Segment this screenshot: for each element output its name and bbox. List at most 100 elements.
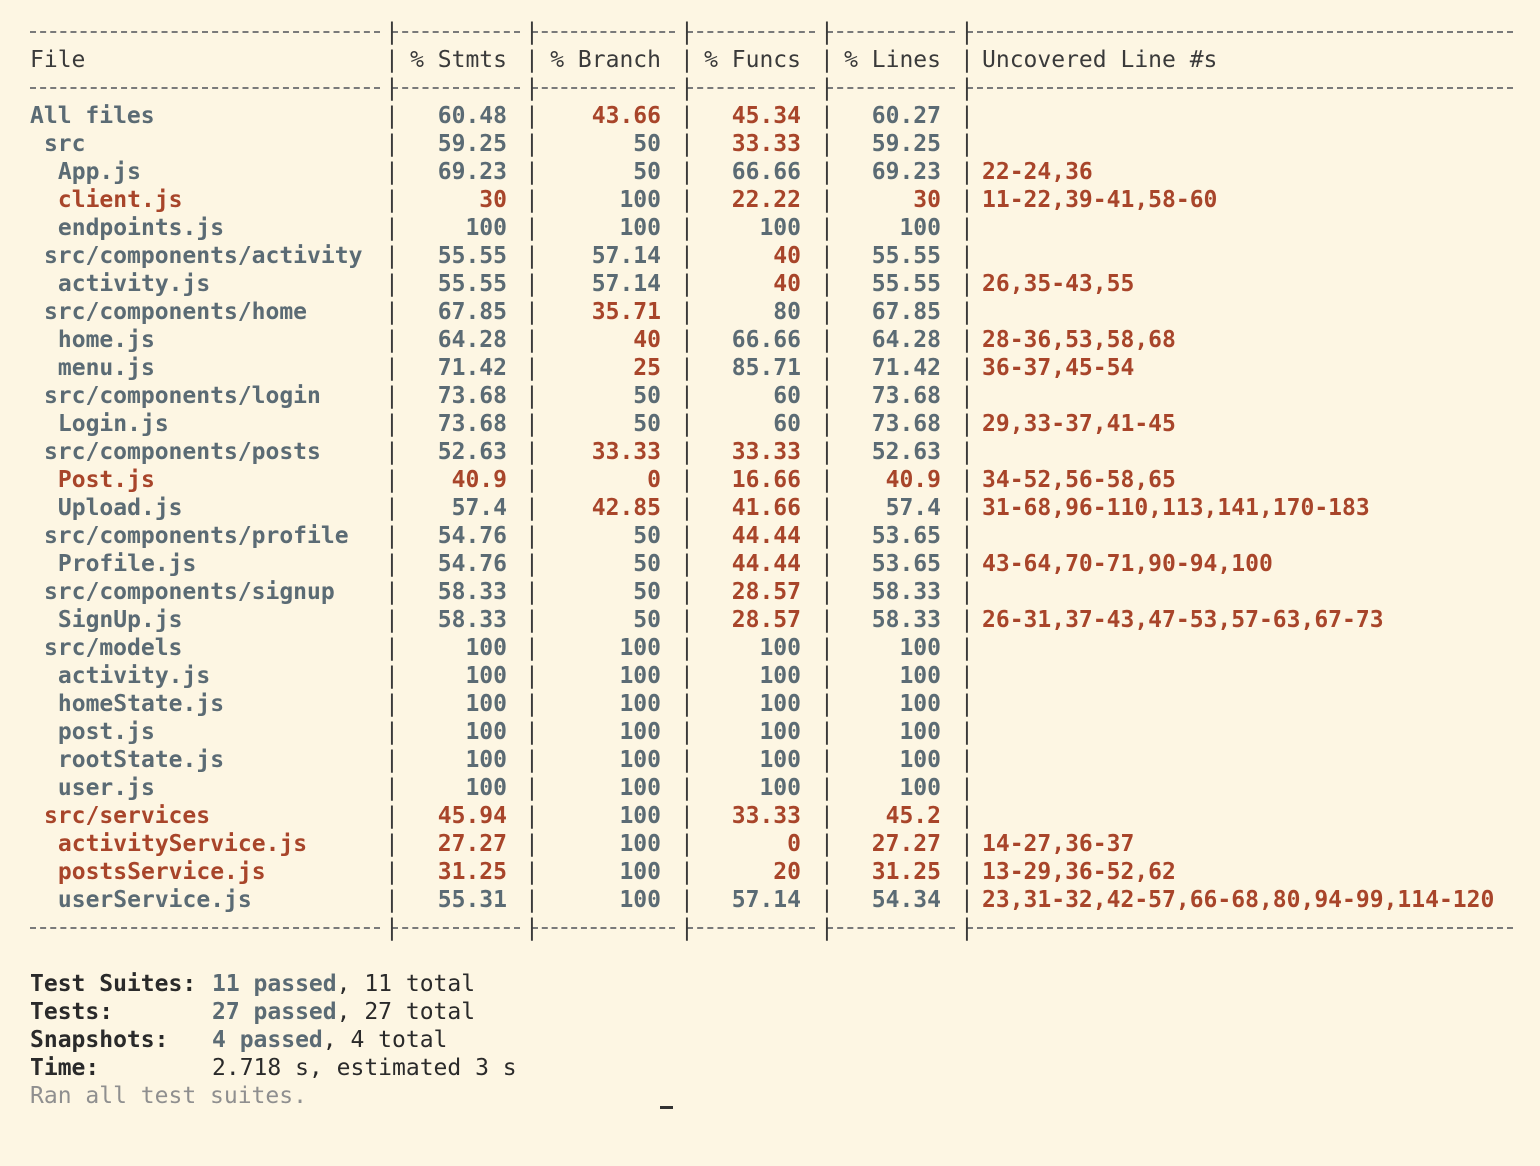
- separator-dash: [967, 31, 1513, 33]
- column-divider: |: [680, 439, 694, 465]
- cell-funcs: 45.34: [731, 103, 801, 129]
- column-divider: |: [385, 663, 399, 689]
- column-divider: |: [385, 383, 399, 409]
- column-divider: |: [820, 887, 834, 913]
- cell-funcs: 44.44: [731, 551, 801, 577]
- column-divider: |: [820, 411, 834, 437]
- separator-dash: [30, 31, 380, 33]
- cell-branch: 0: [647, 467, 661, 493]
- separator-dash: [827, 31, 955, 33]
- column-divider: |: [680, 103, 694, 129]
- cell-branch: 50: [633, 383, 661, 409]
- cell-funcs: 60: [773, 383, 801, 409]
- summary-label: Test Suites:: [30, 971, 197, 997]
- column-divider: |: [680, 411, 694, 437]
- cell-lines: 100: [899, 635, 941, 661]
- column-divider: |: [385, 215, 399, 241]
- column-divider: |: [525, 131, 539, 157]
- cell-funcs: 100: [759, 747, 801, 773]
- column-divider: |: [680, 915, 694, 941]
- table-row: activityService.js 27.27 100 0 27.27 14-27,36…: [0, 830, 1540, 858]
- header-branch: % Branch: [550, 47, 661, 73]
- table-row: src 59.25 50 33.33 59.25 | | | | |: [0, 130, 1540, 158]
- summary-value: 11 passed, 11 total: [212, 971, 476, 997]
- cell-lines: 100: [899, 747, 941, 773]
- table-row: Login.js 73.68 50 60 73.68 29,33-37,41-45 | | | |…: [0, 410, 1540, 438]
- column-divider: |: [820, 523, 834, 549]
- cell-branch: 100: [619, 635, 661, 661]
- cell-uncovered: 26-31,37-43,47-53,57-63,67-73: [982, 607, 1384, 633]
- cell-lines: 64.28: [871, 327, 941, 353]
- cell-uncovered: 13-29,36-52,62: [982, 859, 1176, 885]
- cell-funcs: 33.33: [731, 803, 801, 829]
- cell-branch: 100: [619, 215, 661, 241]
- cell-lines: 100: [899, 663, 941, 689]
- column-divider: |: [680, 887, 694, 913]
- column-divider: |: [385, 327, 399, 353]
- column-divider: |: [385, 439, 399, 465]
- file-name: rootState.js: [57, 747, 225, 773]
- column-divider: |: [525, 495, 539, 521]
- separator-dash: [687, 87, 815, 89]
- table-row: src/components/login 73.68 50 60 73.68 | | | | |: [0, 382, 1540, 410]
- column-divider: |: [960, 719, 974, 745]
- column-divider: |: [960, 383, 974, 409]
- column-divider: |: [525, 747, 539, 773]
- column-divider: |: [960, 915, 974, 941]
- table-row: src/components/profile 54.76 50 44.44 53.65 |…: [0, 522, 1540, 550]
- column-divider: |: [525, 243, 539, 269]
- summary-value: 4 passed, 4 total: [212, 1027, 448, 1053]
- column-divider: |: [960, 47, 974, 73]
- cell-lines: 27.27: [871, 831, 941, 857]
- column-divider: |: [960, 635, 974, 661]
- cell-stmts: 100: [465, 747, 507, 773]
- column-divider: |: [525, 439, 539, 465]
- cell-lines: 67.85: [871, 299, 941, 325]
- cell-stmts: 100: [465, 719, 507, 745]
- cell-uncovered: 34-52,56-58,65: [982, 467, 1176, 493]
- table-row: Upload.js 57.4 42.85 41.66 57.4 31-68,96-110,…: [0, 494, 1540, 522]
- column-divider: |: [385, 19, 399, 45]
- table-row: endpoints.js 100 100 100 100 | | | | |: [0, 214, 1540, 242]
- cell-branch: 43.66: [591, 103, 661, 129]
- cell-branch: 100: [619, 691, 661, 717]
- file-name: src/components/signup: [43, 579, 335, 605]
- file-name: Login.js: [57, 411, 169, 437]
- table-row: src/services 45.94 100 33.33 45.2 | | | | |: [0, 802, 1540, 830]
- cell-lines: 100: [899, 691, 941, 717]
- column-divider: |: [525, 271, 539, 297]
- cell-branch: 100: [619, 663, 661, 689]
- column-divider: |: [680, 579, 694, 605]
- column-divider: |: [820, 19, 834, 45]
- column-divider: |: [525, 47, 539, 73]
- cell-branch: 42.85: [591, 495, 661, 521]
- cell-stmts: 100: [465, 775, 507, 801]
- file-name: src/components/activity: [43, 243, 363, 269]
- cell-branch: 40: [633, 327, 661, 353]
- cell-funcs: 40: [773, 271, 801, 297]
- summary-value: 2.718 s, estimated 3 s: [212, 1055, 517, 1081]
- file-name: src/components/home: [43, 299, 308, 325]
- cell-lines: 58.33: [871, 607, 941, 633]
- column-divider: |: [525, 187, 539, 213]
- summary-value: 27 passed, 27 total: [212, 999, 476, 1025]
- column-divider: |: [525, 383, 539, 409]
- column-divider: |: [525, 775, 539, 801]
- cell-stmts: 67.85: [437, 299, 507, 325]
- column-divider: |: [680, 775, 694, 801]
- cell-lines: 30: [913, 187, 941, 213]
- header-lines: % Lines: [844, 47, 941, 73]
- cell-lines: 73.68: [871, 411, 941, 437]
- cell-funcs: 44.44: [731, 523, 801, 549]
- file-name: activityService.js: [57, 831, 308, 857]
- file-name: Profile.js: [57, 551, 197, 577]
- column-divider: |: [960, 215, 974, 241]
- file-name: All files: [30, 103, 155, 129]
- summary-line: Tests: 27 passed, 27 total: [0, 998, 1540, 1026]
- cell-stmts: 55.55: [437, 243, 507, 269]
- cell-branch: 35.71: [591, 299, 661, 325]
- cell-uncovered: 31-68,96-110,113,141,170-183: [982, 495, 1370, 521]
- separator-dash: [30, 87, 380, 89]
- summary-line: Test Suites: 11 passed, 11 total: [0, 970, 1540, 998]
- column-divider: |: [680, 495, 694, 521]
